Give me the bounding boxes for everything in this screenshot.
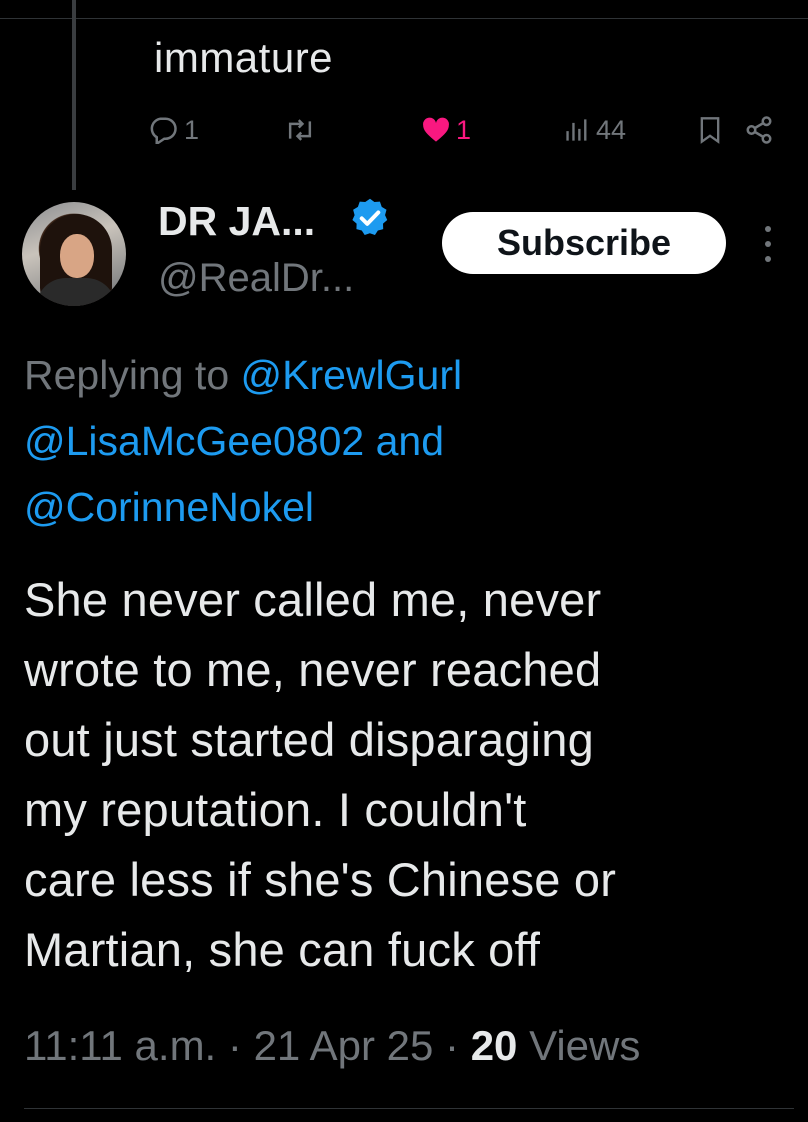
bookmark-icon: [700, 117, 720, 144]
retweet-button[interactable]: [284, 112, 322, 148]
views-button[interactable]: 44: [564, 112, 626, 148]
tweet-date[interactable]: 21 Apr 25: [254, 1022, 434, 1069]
tweet-line: wrote to me, never reached: [24, 643, 602, 696]
verified-badge-icon[interactable]: [348, 196, 392, 240]
replying-prefix: Replying to: [24, 352, 241, 398]
previous-tweet-text: immature: [154, 34, 334, 81]
tweet-line: my reputation. I couldn't: [24, 783, 527, 836]
reply-count: 1: [184, 114, 200, 145]
tweet-line: Martian, she can fuck off: [24, 923, 541, 976]
tweet-views-label[interactable]: Views: [517, 1022, 640, 1069]
retweet-icon: [288, 119, 312, 141]
mention-joiner: and: [364, 418, 445, 464]
replying-to: Replying to @KrewlGurl @LisaMcGee0802 an…: [24, 342, 784, 540]
meta-separator: ·: [433, 1022, 471, 1069]
bottom-divider: [24, 1108, 794, 1109]
share-button[interactable]: [744, 112, 774, 148]
author-handle[interactable]: @RealDr...: [158, 256, 354, 301]
top-divider: [0, 18, 808, 19]
thread-connector-line: [72, 0, 76, 190]
author-display-name[interactable]: DR JA...: [158, 198, 315, 245]
subscribe-button[interactable]: Subscribe: [442, 212, 726, 274]
reply-icon: [150, 117, 177, 144]
bookmark-button[interactable]: [698, 112, 722, 148]
views-icon: [566, 119, 587, 141]
mention-link[interactable]: @LisaMcGee0802: [24, 418, 364, 464]
tweet-time[interactable]: 11:11 a.m.: [24, 1022, 216, 1069]
tweet-body: She never called me, never wrote to me, …: [24, 565, 794, 985]
avatar[interactable]: [22, 202, 126, 306]
more-dot: [765, 226, 771, 232]
share-icon: [746, 116, 772, 144]
tweet-line: out just started disparaging: [24, 713, 594, 766]
heart-icon: [423, 117, 449, 142]
mention-link[interactable]: @KrewlGurl: [241, 352, 463, 398]
views-count: 44: [596, 114, 627, 145]
reply-button[interactable]: 1: [148, 112, 199, 148]
more-options-icon[interactable]: [760, 226, 776, 262]
tweet-views-count[interactable]: 20: [471, 1022, 518, 1069]
more-dot: [765, 241, 771, 247]
avatar-face: [60, 234, 94, 278]
like-count: 1: [456, 114, 472, 145]
mention-link[interactable]: @CorinneNokel: [24, 484, 314, 530]
tweet-line: care less if she's Chinese or: [24, 853, 617, 906]
more-dot: [765, 256, 771, 262]
meta-separator: ·: [216, 1022, 254, 1069]
like-button[interactable]: 1: [422, 112, 471, 148]
tweet-line: She never called me, never: [24, 573, 602, 626]
tweet-metadata: 11:11 a.m. · 21 Apr 25 · 20 Views: [24, 1022, 640, 1070]
